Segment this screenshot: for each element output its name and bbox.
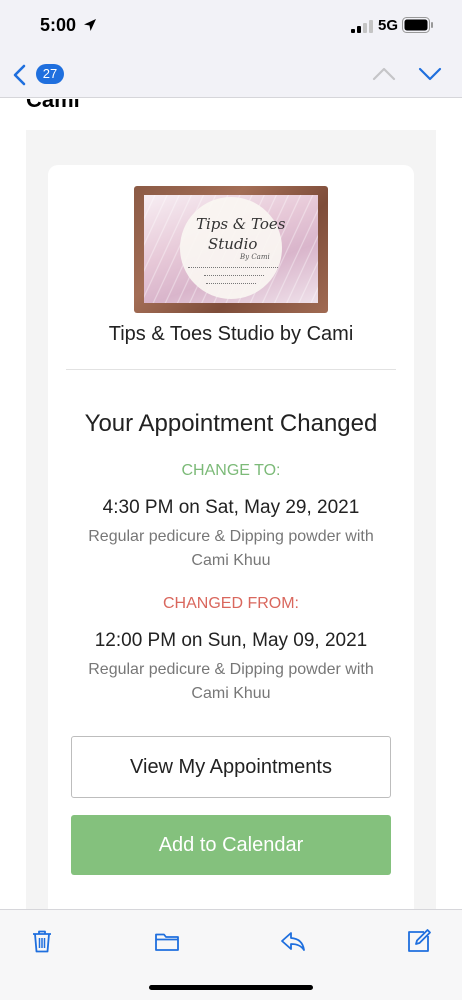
card-address-line <box>204 275 264 277</box>
home-indicator <box>149 985 313 990</box>
location-arrow-icon <box>84 19 96 31</box>
email-body[interactable]: Cami Tips & Toes Studio By Cami Tips & T… <box>0 99 462 909</box>
unread-count-badge[interactable]: 27 <box>36 64 64 84</box>
network-type: 5G <box>378 17 399 34</box>
card-address-line <box>188 267 278 269</box>
compose-icon[interactable] <box>406 928 432 954</box>
trash-icon[interactable] <box>29 928 55 954</box>
chevron-up-icon[interactable] <box>372 66 396 82</box>
view-appointments-button[interactable]: View My Appointments <box>71 736 391 798</box>
business-card-face: Tips & Toes Studio By Cami <box>144 195 318 303</box>
sender-name: Cami <box>26 99 80 112</box>
business-name: Tips & Toes Studio by Cami <box>108 323 354 345</box>
new-appointment-time: 4:30 PM on Sat, May 29, 2021 <box>102 497 360 518</box>
battery-icon <box>402 17 433 33</box>
signal-bars-icon <box>351 20 373 33</box>
divider <box>66 369 396 370</box>
new-service-line2: Cami Khuu <box>191 552 271 569</box>
new-service-description: Regular pedicure & Dipping powder with C… <box>72 525 390 573</box>
old-appointment-time: 12:00 PM on Sun, May 09, 2021 <box>94 630 368 651</box>
old-service-description: Regular pedicure & Dipping powder with C… <box>72 658 390 706</box>
logo-text-line1: Tips & Toes <box>196 215 286 233</box>
appointment-card: Tips & Toes Studio By Cami Tips & Toes S… <box>48 165 414 909</box>
headline: Your Appointment Changed <box>84 410 378 437</box>
card-phone-line <box>206 283 256 285</box>
business-card-image: Tips & Toes Studio By Cami <box>134 186 328 313</box>
new-service-line1: Regular pedicure & Dipping powder with <box>88 528 374 545</box>
status-time: 5:00 <box>40 15 77 35</box>
old-service-line1: Regular pedicure & Dipping powder with <box>88 661 374 678</box>
folder-icon[interactable] <box>154 928 180 954</box>
chevron-down-icon[interactable] <box>418 66 442 82</box>
change-to-label: CHANGE TO: <box>181 462 281 479</box>
old-service-line2: Cami Khuu <box>191 685 271 702</box>
logo-text-line2: Studio <box>208 235 258 253</box>
reply-icon[interactable] <box>280 928 306 954</box>
changed-from-label: CHANGED FROM: <box>163 595 299 612</box>
chevron-left-icon[interactable] <box>12 64 26 86</box>
add-to-calendar-button[interactable]: Add to Calendar <box>71 815 391 875</box>
logo-text-line3: By Cami <box>240 253 270 261</box>
mail-nav-bar: 27 <box>0 50 462 98</box>
status-bar: 5:00 5G <box>0 0 462 50</box>
